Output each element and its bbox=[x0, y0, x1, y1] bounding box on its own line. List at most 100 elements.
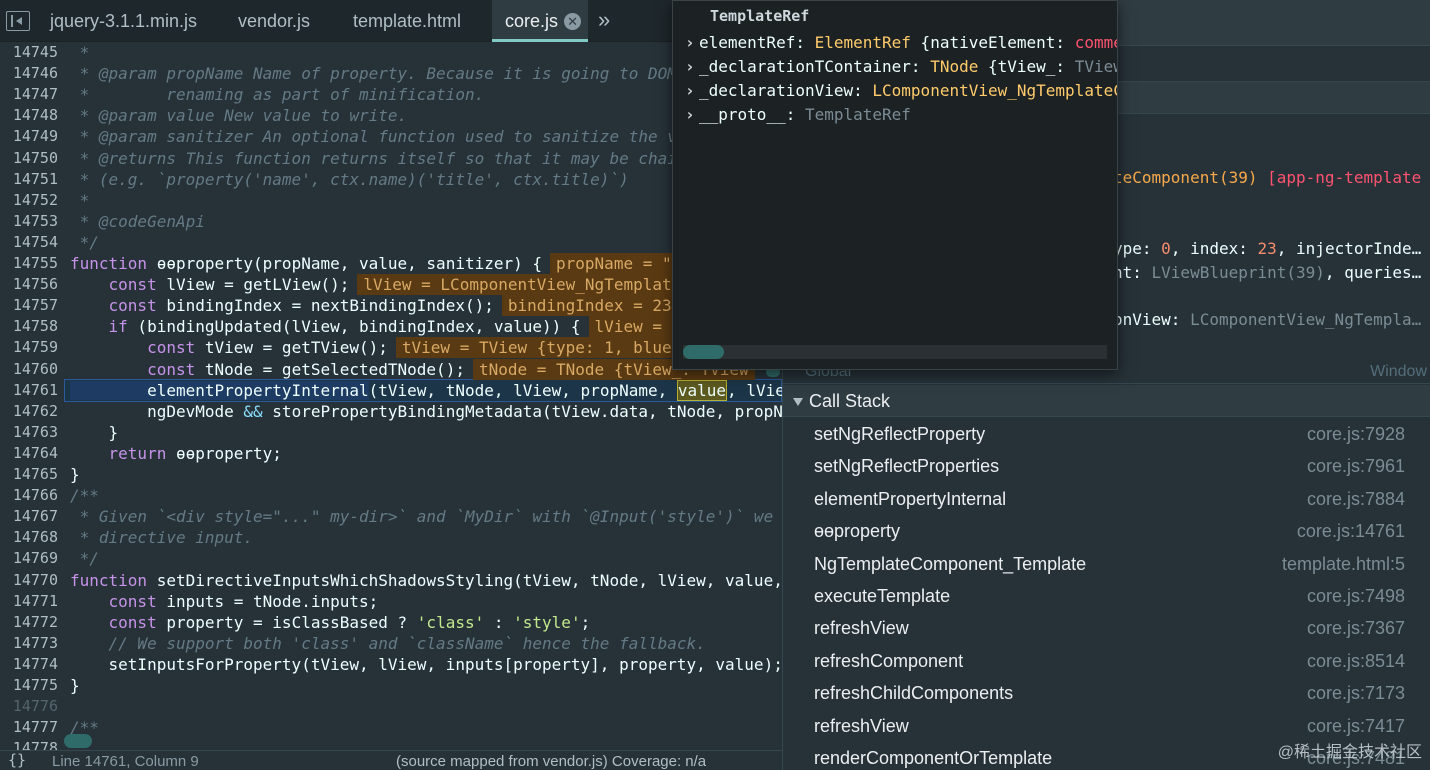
call-stack-header[interactable]: Call Stack bbox=[783, 385, 1430, 417]
code-editor[interactable]: 14745 14746 14747 14748 14749 14750 14751 14752… bbox=[0, 42, 782, 750]
popover-scrollbar[interactable] bbox=[683, 345, 1107, 359]
line-number[interactable]: 14768 bbox=[0, 527, 58, 548]
scope-tview-value[interactable]: ype: 0, index: 23, injectorInde… bbox=[1113, 238, 1421, 260]
call-stack-frame[interactable]: refreshView core.js:7417 bbox=[783, 710, 1430, 742]
call-stack-frame[interactable]: refreshChildComponents core.js:7173 bbox=[783, 677, 1430, 709]
frame-location[interactable]: core.js:7928 bbox=[1307, 424, 1405, 445]
tab-jquery[interactable]: jquery-3.1.1.min.js bbox=[37, 0, 217, 42]
code-token: ngDevMode bbox=[70, 401, 234, 421]
call-stack-frame[interactable]: elementPropertyInternal core.js:7884 bbox=[783, 483, 1430, 515]
line-number[interactable]: 14763 bbox=[0, 422, 58, 443]
chevron-double-right-icon[interactable]: » bbox=[598, 0, 610, 42]
code-keyword: const bbox=[70, 296, 157, 316]
scope-this-value[interactable]: teComponent(39) [app-ng-template bbox=[1113, 167, 1421, 189]
call-stack-frame[interactable]: ɵɵproperty core.js:14761 bbox=[783, 515, 1430, 547]
frame-location[interactable]: core.js:7367 bbox=[1307, 618, 1405, 639]
frame-location[interactable]: core.js:7884 bbox=[1307, 489, 1405, 510]
popover-property-row[interactable]: › _declarationTContainer: TNode {tView_: … bbox=[685, 55, 1117, 79]
call-stack-frame[interactable]: NgTemplateComponent_Template template.htm… bbox=[783, 548, 1430, 580]
tab-vendor[interactable]: vendor.js bbox=[225, 0, 330, 42]
line-number[interactable]: 14773 bbox=[0, 633, 58, 654]
frame-location[interactable]: core.js:8514 bbox=[1307, 651, 1405, 672]
popover-property-row[interactable]: › _declarationView: LComponentView_NgTemp… bbox=[685, 79, 1117, 103]
line-number[interactable]: 14748 bbox=[0, 105, 58, 126]
code-comment: * bbox=[70, 190, 90, 210]
sidebar-toggle-icon[interactable] bbox=[6, 11, 30, 31]
line-number[interactable]: 14760 bbox=[0, 359, 58, 380]
popover-property-row[interactable]: › elementRef: ElementRef {nativeElement: … bbox=[685, 31, 1117, 55]
line-number[interactable]: 14769 bbox=[0, 548, 58, 569]
frame-location[interactable]: core.js:7498 bbox=[1307, 586, 1405, 607]
line-number[interactable]: 14772 bbox=[0, 612, 58, 633]
tab-core[interactable]: core.js ✕ bbox=[492, 0, 588, 42]
call-stack-frame[interactable]: refreshComponent core.js:8514 bbox=[783, 645, 1430, 677]
line-number[interactable]: 14765 bbox=[0, 464, 58, 485]
line-number[interactable]: 14751 bbox=[0, 169, 58, 190]
property-name: _declarationTContainer bbox=[699, 57, 911, 76]
line-number[interactable]: 14756 bbox=[0, 274, 58, 295]
line-number[interactable]: 14747 bbox=[0, 84, 58, 105]
pretty-print-button[interactable]: {} bbox=[8, 751, 26, 769]
scope-text: , index: bbox=[1170, 239, 1258, 258]
line-number[interactable]: 14745 bbox=[0, 42, 58, 63]
line-number[interactable]: 14767 bbox=[0, 506, 58, 527]
code-comment: * renaming as part of minification. bbox=[70, 85, 485, 105]
frame-location[interactable]: core.js:7173 bbox=[1307, 683, 1405, 704]
line-number-gutter[interactable]: 14745 14746 14747 14748 14749 14750 14751 14752… bbox=[0, 42, 64, 750]
frame-location[interactable]: core.js:14761 bbox=[1297, 521, 1405, 542]
code-token: tNode = getSelectedTNode(); bbox=[195, 359, 465, 379]
line-number[interactable]: 14776 bbox=[0, 696, 58, 717]
line-number[interactable]: 14761 bbox=[0, 380, 58, 401]
call-stack-frame[interactable]: setNgReflectProperties core.js:7961 bbox=[783, 450, 1430, 482]
chevron-right-icon[interactable]: › bbox=[685, 103, 699, 127]
chevron-right-icon[interactable]: › bbox=[685, 55, 699, 79]
line-number[interactable]: 14755 bbox=[0, 253, 58, 274]
line-number[interactable]: 14770 bbox=[0, 570, 58, 591]
line-number[interactable]: 14775 bbox=[0, 675, 58, 696]
line-number[interactable]: 14774 bbox=[0, 654, 58, 675]
frame-location[interactable]: core.js:7961 bbox=[1307, 456, 1405, 477]
popover-property-row[interactable]: › __proto__: TemplateRef bbox=[685, 103, 911, 127]
source-map-info[interactable]: (source mapped from vendor.js) Coverage:… bbox=[396, 753, 706, 770]
watermark: @稀土掘金技术社区 bbox=[1277, 744, 1422, 761]
horizontal-scrollbar[interactable] bbox=[64, 734, 92, 748]
line-number[interactable]: 14746 bbox=[0, 63, 58, 84]
call-stack-frame[interactable]: executeTemplate core.js:7498 bbox=[783, 580, 1430, 612]
line-number[interactable]: 14764 bbox=[0, 443, 58, 464]
frame-location[interactable]: template.html:5 bbox=[1282, 554, 1405, 575]
property-separator: : bbox=[785, 105, 805, 124]
scope-type: LViewBlueprint(39) bbox=[1151, 263, 1325, 282]
line-number[interactable]: 14766 bbox=[0, 485, 58, 506]
line-number[interactable]: 14749 bbox=[0, 126, 58, 147]
line-number[interactable]: 14752 bbox=[0, 190, 58, 211]
triangle-down-icon bbox=[793, 398, 803, 406]
code-comment: * @returns This function returns itself … bbox=[70, 148, 706, 168]
call-stack-frame[interactable]: refreshView core.js:7367 bbox=[783, 612, 1430, 644]
line-number[interactable]: 14757 bbox=[0, 295, 58, 316]
property-name: __proto__ bbox=[699, 105, 786, 124]
scope-blueprint-value[interactable]: nt: LViewBlueprint(39), queries… bbox=[1113, 262, 1421, 284]
code-line: * @param sanitizer An optional function … bbox=[70, 126, 725, 147]
line-number[interactable]: 14777 bbox=[0, 717, 58, 738]
code-line: const property = isClassBased ? 'class' … bbox=[70, 612, 591, 633]
line-number[interactable]: 14771 bbox=[0, 591, 58, 612]
line-number[interactable]: 14754 bbox=[0, 232, 58, 253]
highlighted-variable[interactable]: value bbox=[676, 379, 728, 401]
frame-location[interactable]: core.js:7417 bbox=[1307, 716, 1405, 737]
scope-declaration-value[interactable]: onView: LComponentView_NgTempla… bbox=[1113, 309, 1421, 331]
chevron-right-icon[interactable]: › bbox=[685, 31, 699, 55]
close-icon[interactable]: ✕ bbox=[564, 13, 582, 30]
tab-template[interactable]: template.html bbox=[340, 0, 485, 42]
property-preview: {tView_: bbox=[978, 57, 1075, 76]
chevron-right-icon[interactable]: › bbox=[685, 79, 699, 103]
call-stack-frame[interactable]: setNgReflectProperty core.js:7928 bbox=[783, 418, 1430, 450]
popover-scroll-thumb[interactable] bbox=[683, 345, 724, 359]
line-number[interactable]: 14758 bbox=[0, 316, 58, 337]
line-number[interactable]: 14753 bbox=[0, 211, 58, 232]
line-number[interactable]: 14778 bbox=[0, 738, 58, 750]
scope-type: LComponentView_NgTempla… bbox=[1190, 310, 1422, 329]
code-line: elementPropertyInternal(tView, tNode, lV… bbox=[70, 379, 782, 401]
line-number[interactable]: 14759 bbox=[0, 337, 58, 358]
line-number[interactable]: 14750 bbox=[0, 148, 58, 169]
line-number[interactable]: 14762 bbox=[0, 401, 58, 422]
